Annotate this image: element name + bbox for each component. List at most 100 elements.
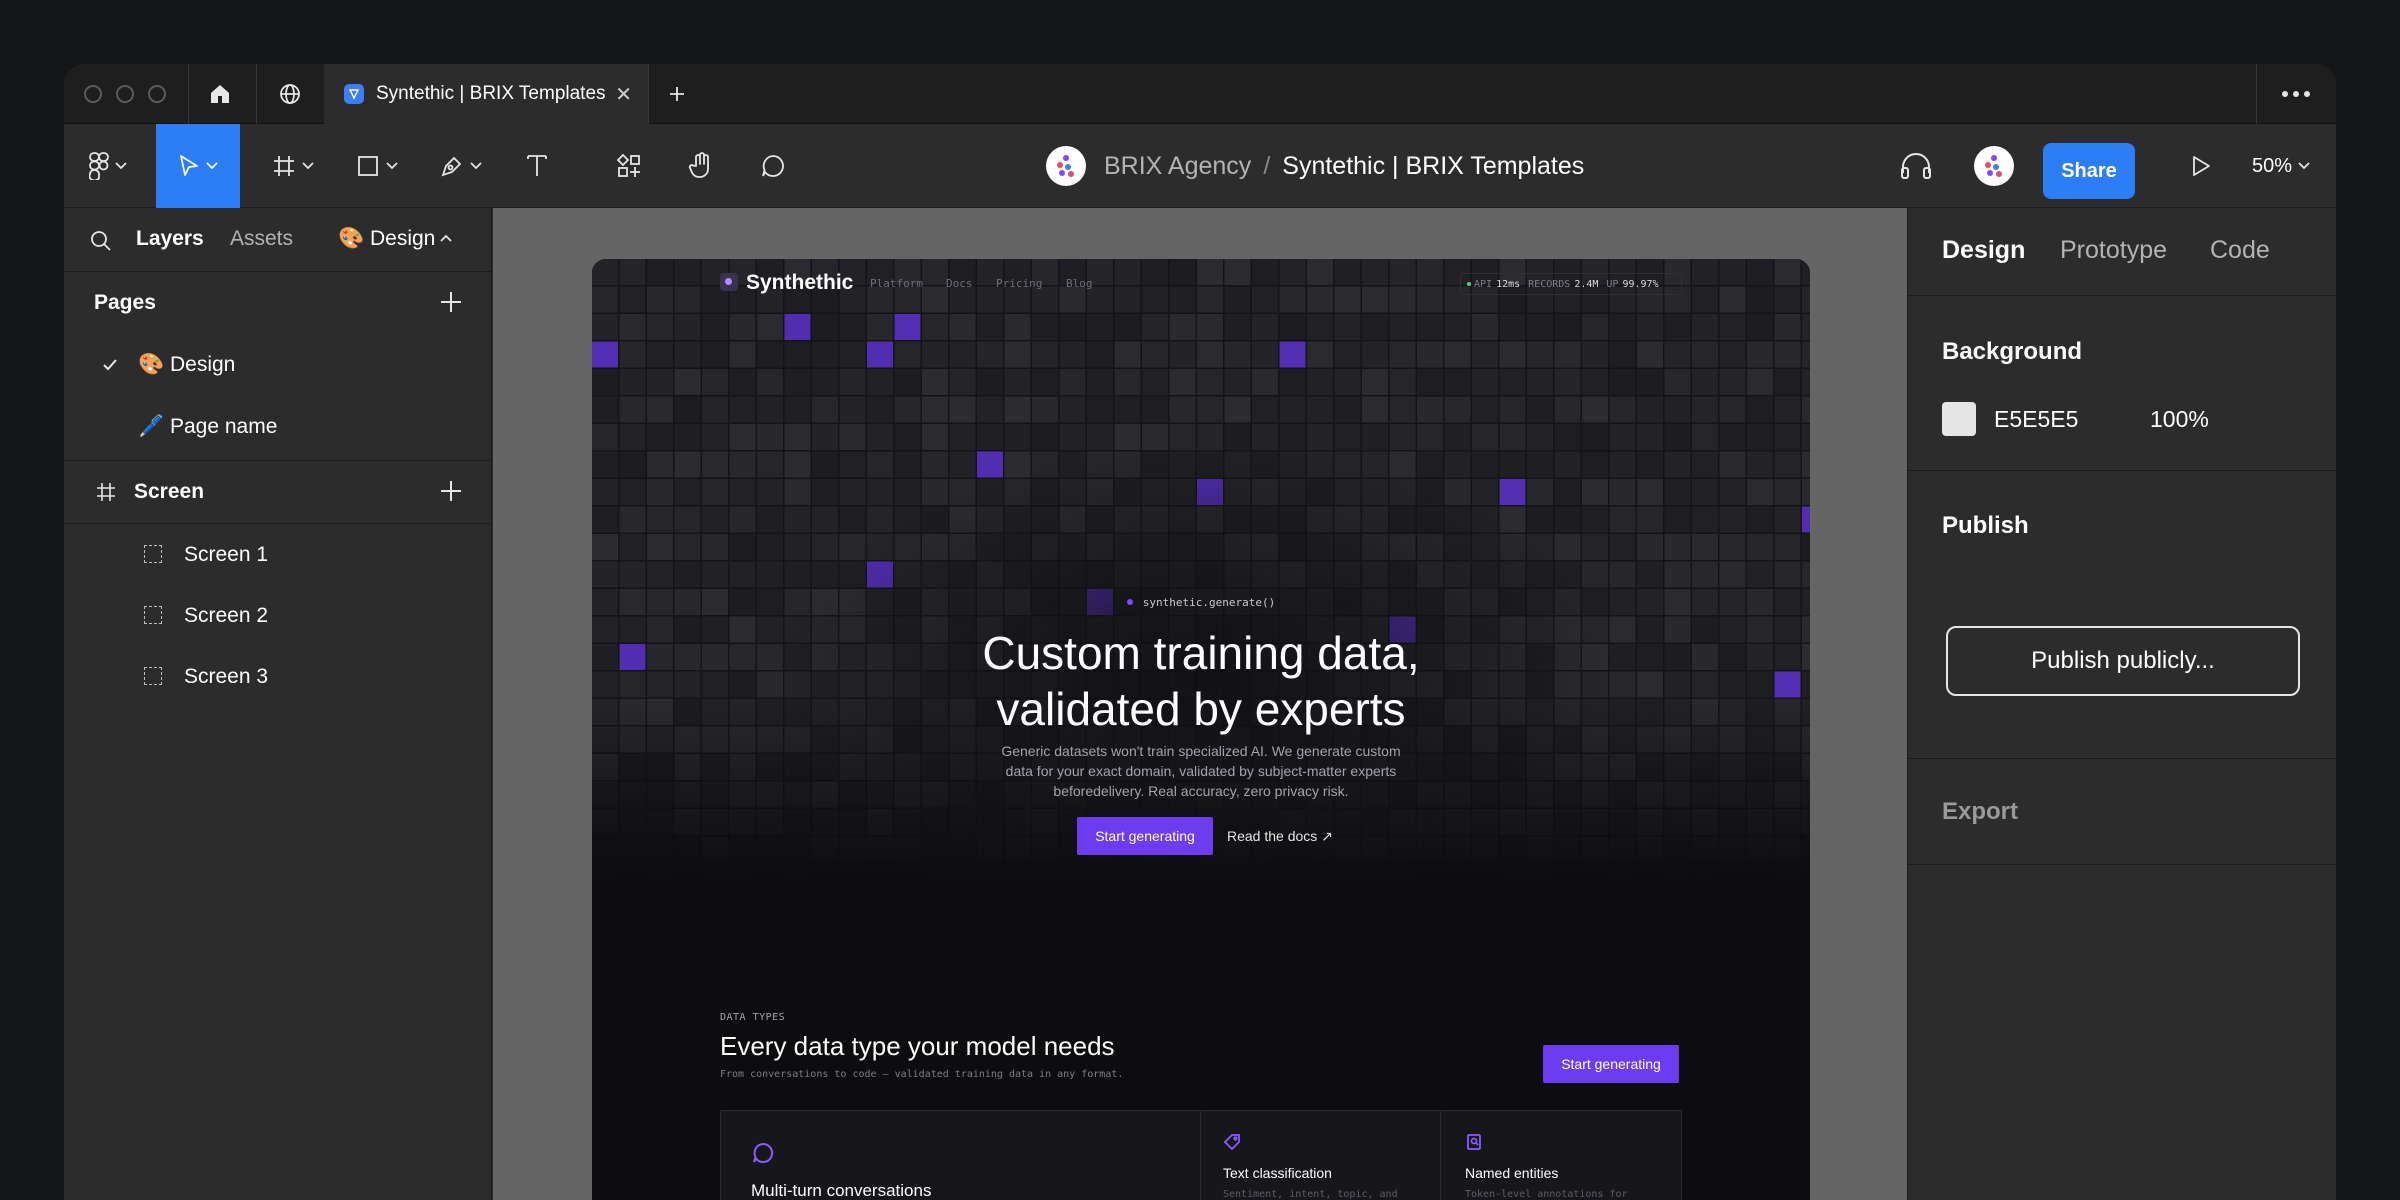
card-title: Named entities: [1465, 1165, 1559, 1181]
layer-item-screen-3[interactable]: Screen 3: [64, 646, 491, 707]
tab-bar: Syntethic | BRIX Templates ✕: [64, 64, 2336, 124]
publish-title: Publish: [1942, 512, 2029, 539]
card-title: Text classification: [1223, 1165, 1332, 1181]
audio-button[interactable]: [1886, 124, 1946, 208]
card-named-entities[interactable]: Named entities Token-level annotations f…: [1441, 1111, 1683, 1200]
right-panel: Design Prototype Code Background E5E5E5 …: [1907, 208, 2336, 1200]
layer-item-screen-1[interactable]: Screen 1: [64, 524, 491, 585]
hand-tool-button[interactable]: [666, 124, 736, 208]
background-opacity-input[interactable]: 100%: [2150, 406, 2209, 433]
document-search-icon: [1467, 1134, 1481, 1150]
card-text-classification[interactable]: Text classification Sentiment, intent, t…: [1201, 1111, 1441, 1200]
new-tab-icon[interactable]: [648, 64, 706, 124]
right-panel-tabs: Design Prototype Code: [1908, 208, 2336, 296]
headphones-icon: [1901, 153, 1931, 179]
data-types-cta-button[interactable]: Start generating: [1543, 1045, 1679, 1083]
workspace-avatar[interactable]: [1046, 146, 1086, 186]
design-canvas[interactable]: Synthethic Platform Docs Pricing Blog AP…: [493, 208, 1907, 1200]
tab-prototype[interactable]: Prototype: [2060, 236, 2167, 265]
rectangle-icon: [358, 156, 378, 176]
background-color-swatch[interactable]: [1942, 402, 1976, 436]
background-hex-input[interactable]: E5E5E5: [1994, 406, 2078, 433]
pages-title: Pages: [94, 291, 156, 314]
chevron-down-icon: [2298, 162, 2310, 170]
window-minimize-button[interactable]: [116, 85, 134, 103]
file-name[interactable]: Syntethic | BRIX Templates: [1282, 152, 1584, 181]
layer-item-screen-2[interactable]: Screen 2: [64, 585, 491, 646]
layer-label: Screen 1: [184, 542, 269, 566]
cursor-icon: [180, 155, 198, 176]
add-screen-icon[interactable]: [439, 479, 463, 503]
pen-tool-button[interactable]: [426, 124, 496, 208]
text-icon: [527, 155, 547, 176]
brand-logo-icon: [720, 273, 738, 291]
pen-icon: [441, 156, 462, 177]
hand-icon: [688, 152, 709, 178]
screen-layer-header[interactable]: Screen: [64, 461, 491, 523]
dashed-frame-icon: [144, 545, 162, 563]
page-item-page-name[interactable]: 🖊️ Page name: [64, 396, 491, 458]
card-multi-turn[interactable]: Multi-turn conversations: [721, 1111, 1201, 1200]
figma-logo-icon: [89, 152, 109, 180]
page-item-label: 🖊️ Page name: [138, 415, 278, 438]
present-button[interactable]: [2176, 124, 2226, 208]
home-icon[interactable]: [188, 64, 252, 124]
site-nav: Synthethic Platform Docs Pricing Blog AP…: [720, 271, 1682, 295]
frame-tool-button[interactable]: [258, 124, 328, 208]
page-item-design[interactable]: 🎨 Design: [64, 334, 491, 396]
move-tool-button[interactable]: [156, 124, 240, 208]
text-tool-button[interactable]: [502, 124, 572, 208]
left-panel: Layers Assets 🎨 Design Pages 🎨 Design 🖊️…: [64, 208, 492, 1200]
workspace-name[interactable]: BRIX Agency: [1104, 152, 1251, 181]
nav-link-platform[interactable]: Platform: [870, 277, 923, 290]
data-type-cards: Multi-turn conversations Text classifica…: [720, 1110, 1682, 1200]
window-close-button[interactable]: [84, 85, 102, 103]
export-title[interactable]: Export: [1942, 798, 2018, 826]
close-tab-icon[interactable]: ✕: [615, 82, 632, 107]
left-panel-tabs: Layers Assets 🎨 Design: [64, 208, 491, 272]
publish-publicly-button[interactable]: Publish publicly...: [1946, 626, 2300, 696]
start-generating-button[interactable]: Start generating: [1077, 817, 1213, 855]
add-page-icon[interactable]: [439, 290, 463, 314]
tab-code[interactable]: Code: [2210, 236, 2270, 265]
tab-active-file[interactable]: Syntethic | BRIX Templates ✕: [324, 64, 648, 124]
search-icon[interactable]: [90, 230, 112, 252]
chevron-up-icon[interactable]: [440, 234, 452, 242]
hero-eyebrow: synthetic.generate(): [592, 596, 1810, 609]
resources-tool-button[interactable]: [594, 124, 664, 208]
pages-section-header: Pages: [64, 272, 491, 334]
tag-icon: [1223, 1134, 1240, 1151]
more-options-icon[interactable]: [2256, 64, 2336, 124]
main-menu-button[interactable]: [78, 124, 138, 208]
page-item-label: 🎨 Design: [138, 353, 236, 376]
comment-tool-button[interactable]: [738, 124, 808, 208]
zoom-dropdown[interactable]: 50%: [2252, 124, 2310, 208]
data-types-eyebrow: DATA TYPES: [720, 1012, 786, 1023]
comment-icon: [762, 155, 784, 177]
nav-link-docs[interactable]: Docs: [946, 277, 973, 290]
share-button[interactable]: Share: [2043, 143, 2135, 199]
shape-tool-button[interactable]: [342, 124, 412, 208]
layer-label: Screen 3: [184, 664, 269, 688]
frame-icon: [97, 483, 115, 501]
dashed-frame-icon: [144, 667, 162, 685]
page-switcher[interactable]: 🎨 Design: [338, 227, 435, 251]
globe-icon[interactable]: [256, 64, 324, 124]
layer-label: Screen 2: [184, 603, 269, 627]
user-avatar[interactable]: [1972, 124, 2016, 208]
window-maximize-button[interactable]: [148, 85, 166, 103]
user-avatar-icon: [1974, 146, 2014, 186]
nav-link-pricing[interactable]: Pricing: [996, 277, 1042, 290]
tab-design[interactable]: Design: [1942, 236, 2025, 265]
hero-headline: Custom training data, validated by exper…: [982, 627, 1420, 735]
data-types-title: Every data type your model needs: [720, 1031, 1115, 1061]
tab-assets[interactable]: Assets: [230, 227, 293, 251]
dashed-frame-icon: [144, 606, 162, 624]
screen-frame[interactable]: Synthethic Platform Docs Pricing Blog AP…: [592, 259, 1810, 1200]
main-toolbar: BRIX Agency / Syntethic | BRIX Templates: [64, 124, 2336, 208]
hero-subtext: Generic datasets won't train specialized…: [1001, 743, 1401, 799]
site-brand[interactable]: Synthethic: [746, 271, 853, 295]
nav-link-blog[interactable]: Blog: [1066, 277, 1093, 290]
read-docs-link[interactable]: Read the docs ↗: [1227, 817, 1333, 855]
tab-layers[interactable]: Layers: [136, 227, 204, 251]
